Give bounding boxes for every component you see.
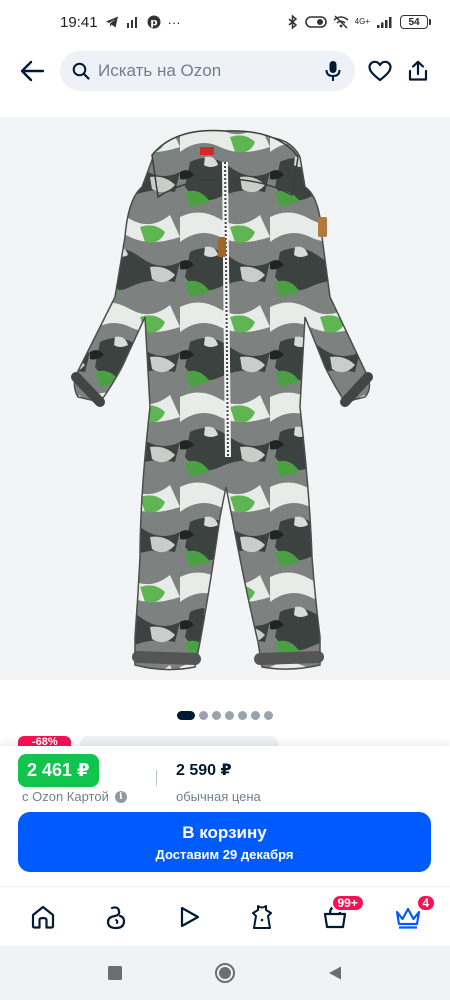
back-system-button[interactable] — [320, 958, 350, 988]
tab-video[interactable] — [159, 892, 219, 942]
status-time: 19:41 — [60, 13, 98, 31]
share-icon — [408, 60, 428, 81]
product-image — [71, 129, 373, 671]
microphone-icon[interactable] — [325, 60, 341, 82]
regular-price-caption: обычная цена — [176, 789, 261, 804]
share-button[interactable] — [399, 51, 437, 91]
info-icon[interactable]: i — [114, 790, 127, 803]
gallery-dot[interactable] — [225, 711, 234, 720]
home-icon — [31, 905, 54, 929]
search-icon — [72, 62, 90, 80]
battery-level: 54 — [408, 16, 420, 28]
search-input[interactable] — [98, 61, 325, 81]
telegram-icon — [105, 16, 118, 28]
swirl-icon — [106, 905, 125, 929]
more-notifications-icon: ··· — [167, 14, 181, 30]
cell-signal-icon — [377, 17, 392, 28]
signal-small-icon — [126, 17, 137, 28]
toggle-icon — [304, 16, 327, 28]
heart-icon — [368, 60, 392, 82]
gallery-dot[interactable] — [177, 711, 195, 720]
ozon-card-price: 2 461 ₽ — [18, 754, 99, 787]
svg-text:p: p — [150, 18, 157, 29]
gallery-pagination — [0, 711, 450, 720]
tab-home[interactable] — [13, 892, 73, 942]
triangle-back-icon — [329, 966, 341, 980]
play-icon — [180, 906, 199, 927]
square-icon — [108, 966, 122, 980]
home-system-button[interactable] — [210, 958, 240, 988]
system-navigation — [0, 946, 450, 1000]
profile-badge: 4 — [415, 893, 437, 912]
tab-profile[interactable]: 4 — [378, 892, 438, 942]
gallery-dot[interactable] — [199, 711, 208, 720]
back-button[interactable] — [12, 51, 52, 91]
circle-icon — [215, 963, 235, 983]
gallery-dot[interactable] — [238, 711, 247, 720]
regular-price: 2 590 ₽ — [176, 762, 232, 779]
tab-fashion[interactable] — [232, 892, 292, 942]
cart-badge: 99+ — [330, 893, 365, 912]
price-panel: 2 461 ₽ с Ozon Картой i 2 590 ₽ обычная … — [0, 746, 450, 886]
favorite-button[interactable] — [361, 51, 399, 91]
battery-icon: 54 — [400, 15, 431, 29]
search-header — [0, 44, 450, 98]
wifi-off-icon — [333, 15, 349, 29]
gallery-dot[interactable] — [251, 711, 260, 720]
add-to-cart-label: В корзину — [182, 822, 267, 842]
bottom-tab-bar: 99+ 4 — [0, 886, 450, 946]
product-gallery[interactable] — [0, 117, 450, 680]
bluetooth-icon — [288, 15, 297, 29]
ozon-card-caption-text: с Ozon Картой — [22, 789, 109, 804]
tab-premium[interactable] — [86, 892, 146, 942]
tab-cart[interactable]: 99+ — [305, 892, 365, 942]
price-divider — [156, 770, 157, 786]
dress-icon — [251, 904, 272, 929]
search-box[interactable] — [60, 51, 355, 91]
pinterest-icon: p — [147, 15, 161, 29]
gallery-dot[interactable] — [212, 711, 221, 720]
network-type: 4G+ — [354, 17, 370, 26]
add-to-cart-button[interactable]: В корзину Доставим 29 декабря — [18, 812, 431, 872]
arrow-left-icon — [20, 60, 45, 82]
gallery-dot[interactable] — [264, 711, 273, 720]
delivery-date-label: Доставим 29 декабря — [155, 846, 294, 862]
recent-apps-button[interactable] — [100, 958, 130, 988]
status-bar: 19:41 p ··· 4G+ 54 — [0, 0, 450, 44]
ozon-card-caption[interactable]: с Ozon Картой i — [22, 789, 127, 804]
